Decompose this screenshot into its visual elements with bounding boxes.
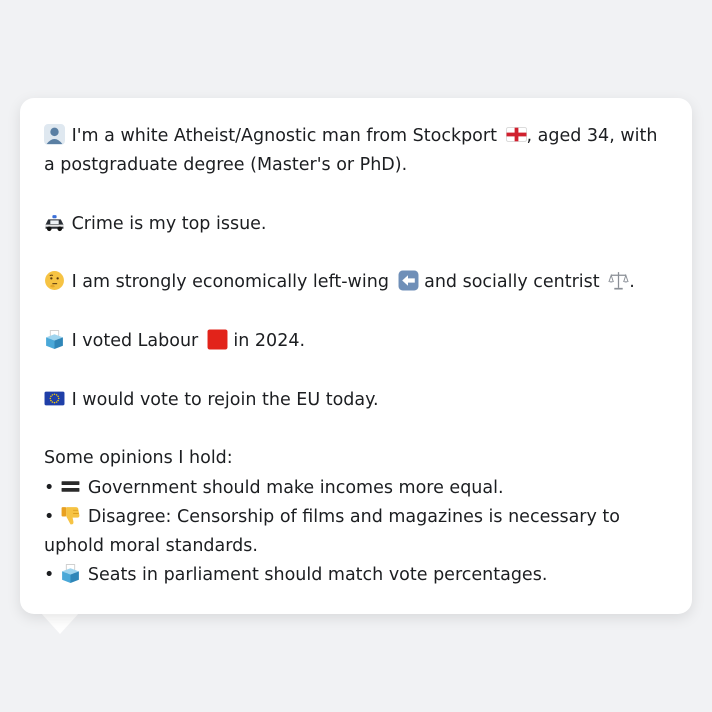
bust-in-silhouette-icon (44, 124, 65, 145)
opinion-text-1: Government should make incomes more equa… (87, 477, 504, 498)
england-flag-icon (505, 124, 527, 145)
opinions-heading: Some opinions I hold: (44, 448, 233, 469)
issue-text: Crime is my top issue. (71, 213, 267, 234)
vote-paragraph: I voted Labour in 2024. (44, 327, 668, 356)
profile-card: I'm a white Atheist/Agnostic man from St… (20, 98, 692, 614)
ideology-text-2: and socially centrist (424, 272, 600, 293)
issue-paragraph: Crime is my top issue. (44, 210, 668, 239)
opinion-text-2: Disagree: Censorship of films and magazi… (44, 506, 620, 557)
police-car-icon (44, 212, 65, 233)
bio-paragraph: I'm a white Atheist/Agnostic man from St… (44, 122, 668, 181)
ideology-text-1: I am strongly economically left-wing (71, 272, 389, 293)
bullet: • (44, 565, 55, 586)
ballot-box-icon (44, 329, 65, 350)
ideology-paragraph: I am strongly economically left-wing and… (44, 268, 668, 297)
thinking-face-icon (44, 270, 65, 291)
red-square-icon (207, 329, 228, 350)
opinion-item-3: • Seats in parliament should match vote … (44, 561, 668, 590)
bullet: • (44, 506, 55, 527)
opinion-text-3: Seats in parliament should match vote pe… (87, 565, 548, 586)
vote-text-1: I voted Labour (71, 331, 199, 352)
opinion-item-1: • Government should make incomes more eq… (44, 474, 668, 503)
ideology-text-3: . (629, 272, 635, 293)
ballot-box-icon (60, 563, 81, 584)
balance-scale-icon (608, 270, 629, 291)
speech-bubble-tail (40, 612, 80, 634)
bio-text-1: I'm a white Atheist/Agnostic man from St… (71, 126, 497, 146)
eu-text: I would vote to rejoin the EU today. (71, 389, 379, 410)
bullet: • (44, 477, 55, 498)
equals-icon (60, 476, 81, 497)
eu-paragraph: I would vote to rejoin the EU today. (44, 386, 668, 415)
left-arrow-icon (398, 270, 419, 291)
thumbs-down-icon (60, 505, 81, 526)
eu-flag-icon (44, 388, 65, 409)
opinion-item-2: • Disagree: Censorship of films and maga… (44, 503, 668, 562)
vote-text-2: in 2024. (233, 331, 306, 352)
